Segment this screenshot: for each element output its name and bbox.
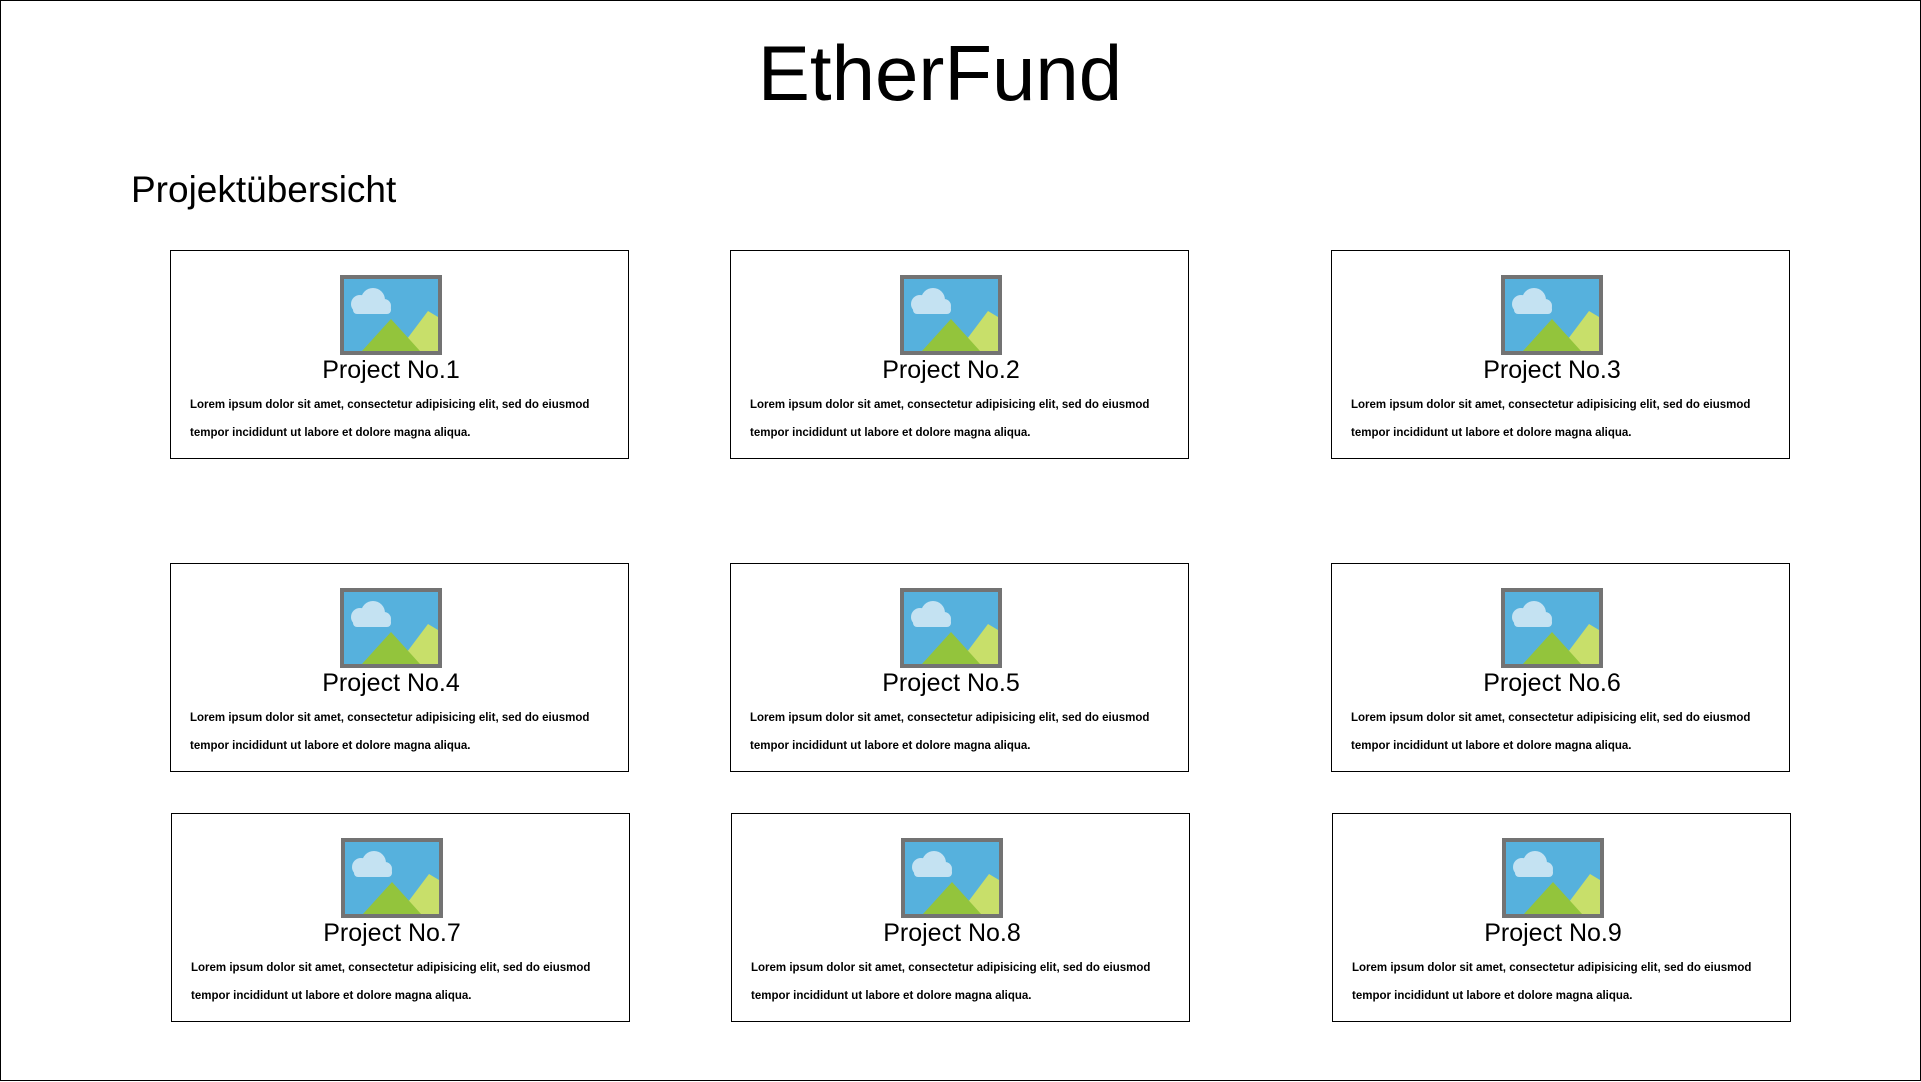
image-placeholder-icon xyxy=(900,275,1002,355)
image-placeholder-icon xyxy=(1501,588,1603,668)
image-placeholder-icon xyxy=(900,588,1002,668)
image-placeholder-icon xyxy=(901,838,1003,918)
project-title[interactable]: Project No.5 xyxy=(731,668,1171,698)
project-card[interactable]: Project No.4 Lorem ipsum dolor sit amet,… xyxy=(170,563,629,772)
section-title: Projektübersicht xyxy=(131,169,397,210)
project-description: Lorem ipsum dolor sit amet, consectetur … xyxy=(750,712,1150,752)
project-description: Lorem ipsum dolor sit amet, consectetur … xyxy=(190,712,590,752)
project-title[interactable]: Project No.8 xyxy=(732,918,1172,948)
image-placeholder-icon xyxy=(340,588,442,668)
project-card[interactable]: Project No.9 Lorem ipsum dolor sit amet,… xyxy=(1332,813,1791,1022)
project-card[interactable]: Project No.1 Lorem ipsum dolor sit amet,… xyxy=(170,250,629,459)
image-placeholder-icon xyxy=(341,838,443,918)
app-title: EtherFund xyxy=(757,29,1123,117)
project-description: Lorem ipsum dolor sit amet, consectetur … xyxy=(1351,399,1751,439)
project-description: Lorem ipsum dolor sit amet, consectetur … xyxy=(751,962,1151,1002)
project-title[interactable]: Project No.1 xyxy=(171,355,611,385)
project-title[interactable]: Project No.9 xyxy=(1333,918,1773,948)
project-card[interactable]: Project No.8 Lorem ipsum dolor sit amet,… xyxy=(731,813,1190,1022)
project-title[interactable]: Project No.6 xyxy=(1332,668,1772,698)
project-title[interactable]: Project No.2 xyxy=(731,355,1171,385)
project-description: Lorem ipsum dolor sit amet, consectetur … xyxy=(750,399,1150,439)
project-title[interactable]: Project No.7 xyxy=(172,918,612,948)
project-card[interactable]: Project No.5 Lorem ipsum dolor sit amet,… xyxy=(730,563,1189,772)
image-placeholder-icon xyxy=(1501,275,1603,355)
project-description: Lorem ipsum dolor sit amet, consectetur … xyxy=(191,962,591,1002)
image-placeholder-icon xyxy=(340,275,442,355)
project-description: Lorem ipsum dolor sit amet, consectetur … xyxy=(190,399,590,439)
project-card[interactable]: Project No.6 Lorem ipsum dolor sit amet,… xyxy=(1331,563,1790,772)
project-card[interactable]: Project No.7 Lorem ipsum dolor sit amet,… xyxy=(171,813,630,1022)
project-card[interactable]: Project No.3 Lorem ipsum dolor sit amet,… xyxy=(1331,250,1790,459)
image-placeholder-icon xyxy=(1502,838,1604,918)
project-title[interactable]: Project No.4 xyxy=(171,668,611,698)
project-title[interactable]: Project No.3 xyxy=(1332,355,1772,385)
project-card[interactable]: Project No.2 Lorem ipsum dolor sit amet,… xyxy=(730,250,1189,459)
project-description: Lorem ipsum dolor sit amet, consectetur … xyxy=(1351,712,1751,752)
project-description: Lorem ipsum dolor sit amet, consectetur … xyxy=(1352,962,1752,1002)
